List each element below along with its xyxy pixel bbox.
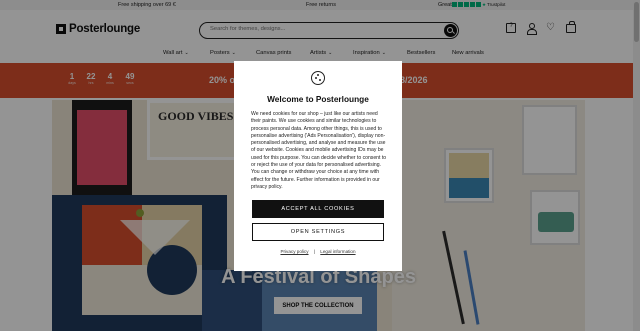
accept-all-cookies-button[interactable]: ACCEPT ALL COOKIES	[252, 200, 384, 218]
link-separator: |	[313, 249, 316, 254]
legal-information-link[interactable]: Legal information	[320, 249, 355, 254]
privacy-policy-link[interactable]: Privacy policy	[280, 249, 308, 254]
dialog-body-text: We need cookies for our shop – just like…	[251, 111, 387, 190]
open-settings-button[interactable]: OPEN SETTINGS	[252, 223, 384, 241]
cookie-consent-dialog: Welcome to Posterlounge We need cookies …	[234, 61, 402, 271]
dialog-title: Welcome to Posterlounge	[267, 94, 369, 104]
dialog-links: Privacy policy | Legal information	[234, 249, 402, 254]
cookie-icon	[311, 71, 325, 85]
